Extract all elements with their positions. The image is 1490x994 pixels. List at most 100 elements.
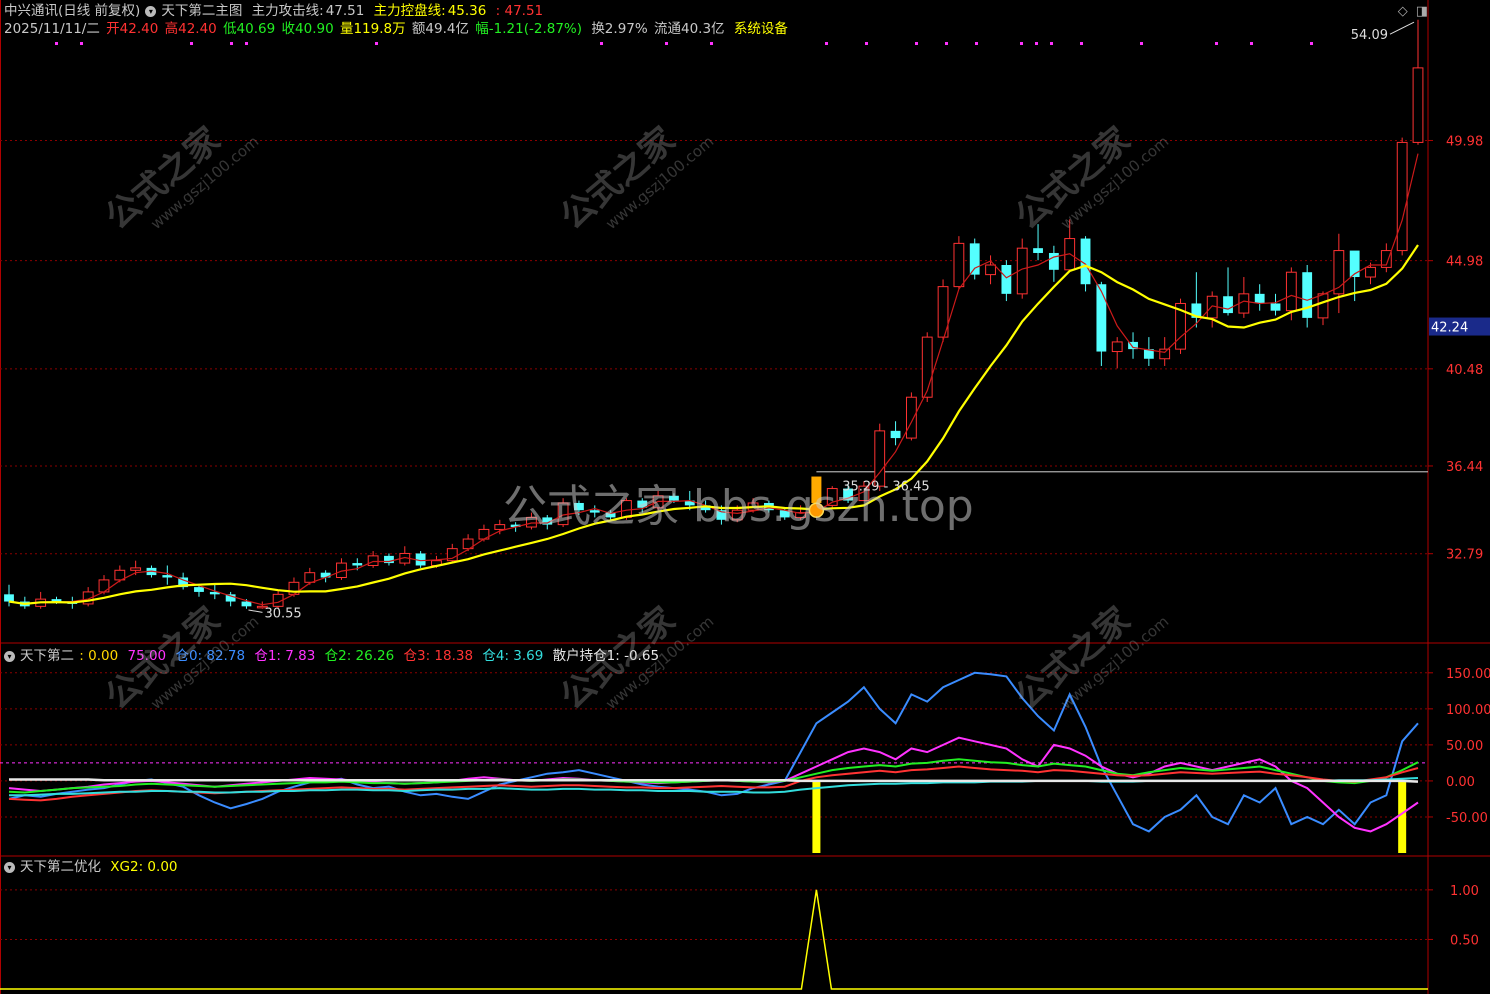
signal-dot	[1050, 42, 1053, 45]
signal-dot	[245, 42, 248, 45]
indicator-line-仓0	[8, 671, 1419, 833]
indicator-tick-label: 150.00	[1446, 667, 1490, 682]
candle-body	[1270, 303, 1281, 311]
candle-body	[1223, 296, 1233, 314]
extra-value: : 47.51	[495, 3, 544, 19]
signal-dot	[230, 42, 233, 45]
quote-high: 高42.40	[164, 21, 217, 37]
indicator-line-仓3	[8, 765, 1419, 802]
stock-name[interactable]: 中兴通讯(日线 前复权)	[4, 3, 140, 19]
price-tick-label: 40.48	[1446, 363, 1483, 378]
indicator-tick-label: 50.00	[1446, 739, 1483, 754]
pane3-xg: XG2: 0.00	[110, 859, 178, 875]
maximize-icon[interactable]: ◨	[1416, 4, 1428, 19]
candle-body	[969, 243, 980, 275]
min-price-arrow	[248, 609, 263, 613]
candle-body	[1159, 348, 1171, 360]
pane2-menu-icon[interactable]: ▾	[4, 650, 15, 662]
quote-change: 幅-1.21(-2.87%)	[475, 21, 583, 37]
candle-body	[526, 516, 537, 528]
signal-dot	[1035, 42, 1038, 45]
control-line-value: 45.36	[447, 3, 487, 19]
candle-body	[1048, 252, 1059, 270]
pane2-item-4: 仓2: 26.26	[324, 648, 395, 664]
ma-red-line	[8, 153, 1419, 606]
quote-volume: 量119.8万	[339, 21, 406, 37]
ma-yellow-line	[8, 244, 1419, 606]
candle-body	[1033, 248, 1043, 253]
main-pane-header: 中兴通讯(日线 前复权) ▾ 天下第二主图 主力攻击线: 47.51 主力控盘线: 45…	[4, 3, 548, 19]
candle-body	[1396, 141, 1408, 252]
candle-body	[731, 509, 743, 521]
signal-dot	[600, 42, 603, 45]
price-tick-label: 44.98	[1446, 255, 1483, 270]
pane2-item-0: : 0.00	[79, 648, 119, 664]
candle-body	[241, 601, 252, 607]
candle-body	[304, 572, 316, 583]
signal-dot	[1310, 42, 1313, 45]
candle-body	[921, 336, 933, 398]
price-tick-label: 49.98	[1446, 134, 1483, 149]
attack-line-label: 主力攻击线:	[251, 3, 324, 19]
signal-dot	[945, 42, 948, 45]
pane3-title[interactable]: 天下第二优化	[20, 859, 101, 875]
candle-body	[1349, 250, 1360, 278]
pane2-title[interactable]: 天下第二	[20, 648, 74, 664]
indicator-name[interactable]: 天下第二主图	[161, 3, 242, 19]
candle-body	[905, 396, 917, 439]
stock-chart-window: 32.79 36.44 40.48 44.98 49.98 54.09 30.55 35.29…	[0, 0, 1490, 994]
indicator-menu-icon[interactable]: ▾	[145, 5, 157, 17]
quote-open: 开42.40	[106, 21, 159, 37]
signal-bar	[1398, 780, 1407, 853]
max-price-arrow	[1389, 21, 1415, 35]
signal-dot	[825, 42, 828, 45]
pane2-item-7: 散户持仓1: -0.65	[552, 648, 660, 664]
candle-body	[621, 500, 632, 518]
candle-body	[1254, 293, 1265, 304]
signal-bar	[812, 780, 821, 853]
quote-date: 2025/11/11/二	[4, 21, 100, 37]
candle-body	[194, 587, 204, 592]
candle-body	[1285, 271, 1297, 312]
diamond-icon[interactable]: ◇	[1398, 4, 1408, 19]
quote-sector[interactable]: 系统设备	[734, 21, 788, 37]
signal-dot	[1250, 42, 1253, 45]
signal-dot	[1215, 42, 1218, 45]
indicator-tick-label: 0.00	[1446, 775, 1475, 790]
signal-dot	[710, 42, 713, 45]
candle-body	[1111, 341, 1123, 353]
pane2-item-3: 仓1: 7.83	[254, 648, 316, 664]
signal-dot	[190, 42, 193, 45]
quote-float-cap: 流通40.3亿	[654, 21, 725, 37]
signal-dot	[80, 42, 83, 45]
signal-dot	[865, 42, 868, 45]
candle-body	[669, 495, 679, 501]
indicator-line-仓2	[8, 758, 1419, 794]
attack-line-value: 47.51	[325, 3, 365, 19]
pane2-header: ▾ 天下第二 : 0.00 75.00 仓0: 82.78 仓1: 7.83 仓2…	[4, 648, 664, 664]
pane3-header: ▾ 天下第二优化 XG2: 0.00	[4, 859, 183, 875]
current-price-label: 42.24	[1431, 321, 1468, 336]
candle-body	[352, 563, 363, 566]
window-controls: ◇ ◨	[1390, 4, 1428, 19]
signal-dot	[665, 42, 668, 45]
control-line-label: 主力控盘线:	[373, 3, 446, 19]
signal-dot	[375, 42, 378, 45]
signal-dot	[55, 42, 58, 45]
candle-body	[890, 430, 901, 439]
pane2-item-6: 仓4: 3.69	[482, 648, 544, 664]
candle-body	[494, 524, 506, 530]
min-price-label: 30.55	[264, 606, 301, 621]
signal-dot	[1140, 42, 1143, 45]
signal-dot	[975, 42, 978, 45]
candle-body	[1412, 67, 1424, 143]
signal-dot	[915, 42, 918, 45]
pane2-item-2: 仓0: 82.78	[175, 648, 246, 664]
candle-body	[367, 555, 379, 566]
pane3-menu-icon[interactable]: ▾	[4, 861, 15, 873]
candle-body	[589, 510, 600, 513]
chart-canvas[interactable]: 32.79 36.44 40.48 44.98 49.98 54.09 30.55 35.29…	[0, 0, 1490, 994]
buy-signal-bar	[811, 476, 822, 503]
xg-tick-label: 1.00	[1450, 884, 1479, 899]
xg-tick-label: 0.50	[1450, 933, 1479, 948]
